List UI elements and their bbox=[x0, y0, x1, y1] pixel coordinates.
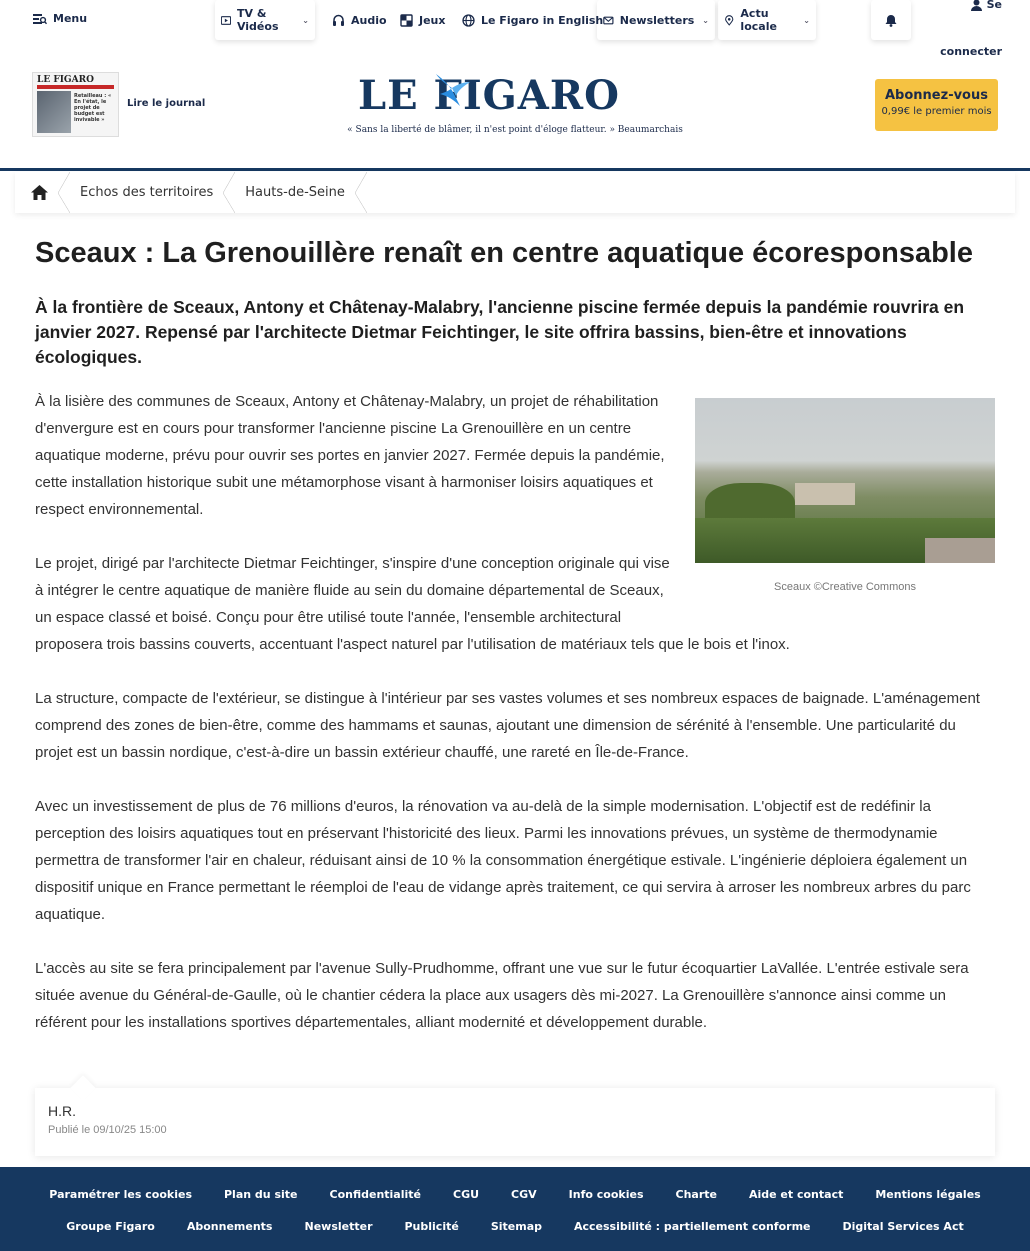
play-icon bbox=[221, 15, 231, 25]
footer-link-groupe-figaro[interactable]: Groupe Figaro bbox=[50, 1220, 171, 1233]
tagline: « Sans la liberté de blâmer, il n'est po… bbox=[347, 125, 683, 135]
footer-link-publicite[interactable]: Publicité bbox=[389, 1220, 475, 1233]
article-title: Sceaux : La Grenouillère renaît en centr… bbox=[35, 237, 973, 269]
footer-link-abonnements[interactable]: Abonnements bbox=[171, 1220, 289, 1233]
footer-link-accessibilite[interactable]: Accessibilité : partiellement conforme bbox=[558, 1220, 827, 1233]
menu-label: Menu bbox=[53, 12, 88, 25]
nav-newsletters-label: Newsletters bbox=[619, 13, 695, 27]
footer-links-row2: Groupe Figaro Abonnements Newsletter Pub… bbox=[0, 1220, 1030, 1233]
article-paragraph: La structure, compacte de l'extérieur, s… bbox=[35, 690, 980, 761]
nav-audio[interactable]: Audio bbox=[326, 0, 393, 40]
article-figure: Sceaux ©Creative Commons bbox=[695, 398, 995, 601]
login-button[interactable]: Se connecter bbox=[938, 0, 1002, 59]
photo-caption: Sceaux ©Creative Commons bbox=[774, 581, 916, 593]
nav-jeux-label: Jeux bbox=[419, 13, 446, 27]
subscribe-button[interactable]: Abonnez-vous 0,99€ le premier mois bbox=[875, 79, 998, 131]
breadcrumb: Echos des territoires Hauts-de-Seine bbox=[15, 172, 1015, 213]
headphones-icon bbox=[333, 14, 344, 26]
location-icon bbox=[725, 14, 734, 26]
journal-strip bbox=[37, 85, 114, 89]
home-icon bbox=[31, 185, 48, 200]
footer-link-charte[interactable]: Charte bbox=[660, 1188, 733, 1201]
nav-actu-locale[interactable]: Actu locale ⌄ bbox=[718, 0, 816, 40]
nav-jeux[interactable]: Jeux bbox=[394, 0, 451, 40]
user-icon bbox=[970, 0, 982, 11]
author-name: H.R. bbox=[48, 1103, 76, 1119]
chevron-down-icon: ⌄ bbox=[302, 15, 309, 25]
journal-photo bbox=[37, 91, 71, 133]
puzzle-icon bbox=[400, 13, 413, 27]
notifications-button[interactable] bbox=[871, 0, 911, 40]
chevron-down-icon: ⌄ bbox=[803, 15, 810, 25]
publish-date: Publié le 09/10/25 15:00 bbox=[48, 1124, 167, 1136]
footer: Paramétrer les cookies Plan du site Conf… bbox=[0, 1167, 1030, 1251]
nav-newsletters[interactable]: Newsletters ⌄ bbox=[597, 0, 715, 40]
footer-link-cgu[interactable]: CGU bbox=[437, 1188, 495, 1201]
nav-tv-videos[interactable]: TV & Vidéos ⌄ bbox=[215, 0, 315, 40]
breadcrumb-item-echos[interactable]: Echos des territoires bbox=[64, 172, 236, 213]
article-lead: À la frontière de Sceaux, Antony et Chât… bbox=[35, 297, 965, 367]
logo-text: LE FIGARO bbox=[358, 72, 620, 119]
article-paragraph: L'accès au site se fera principalement p… bbox=[35, 960, 969, 1031]
footer-link-mentions-legales[interactable]: Mentions légales bbox=[859, 1188, 996, 1201]
footer-link-newsletter[interactable]: Newsletter bbox=[288, 1220, 388, 1233]
globe-icon bbox=[462, 13, 475, 27]
footer-link-sitemap[interactable]: Sitemap bbox=[475, 1220, 558, 1233]
nav-tv-videos-label: TV & Vidéos bbox=[236, 7, 279, 33]
footer-link-cgv[interactable]: CGV bbox=[495, 1188, 553, 1201]
footer-link-info-cookies[interactable]: Info cookies bbox=[553, 1188, 660, 1201]
nav-audio-label: Audio bbox=[351, 13, 387, 27]
breadcrumb-home[interactable] bbox=[15, 172, 70, 213]
read-journal-link[interactable]: Lire le journal bbox=[127, 98, 205, 109]
article-body: Sceaux ©Creative Commons À la lisière de… bbox=[35, 388, 995, 1063]
article-paragraph: Avec un investissement de plus de 76 mil… bbox=[35, 798, 971, 923]
menu-icon bbox=[33, 13, 47, 24]
footer-link-aide-contact[interactable]: Aide et contact bbox=[733, 1188, 859, 1201]
chevron-down-icon: ⌄ bbox=[702, 15, 709, 25]
footer-links-row1: Paramétrer les cookies Plan du site Conf… bbox=[0, 1188, 1030, 1201]
mail-icon bbox=[603, 16, 614, 24]
author-box: H.R. Publié le 09/10/25 15:00 bbox=[35, 1088, 995, 1156]
login-label-line2: connecter bbox=[940, 45, 1002, 58]
nav-figaro-english-label: Le Figaro in English bbox=[481, 13, 604, 27]
nav-figaro-english[interactable]: Le Figaro in English bbox=[456, 0, 609, 40]
bell-icon bbox=[885, 14, 897, 27]
footer-link-cookies-settings[interactable]: Paramétrer les cookies bbox=[33, 1188, 208, 1201]
article-photo[interactable] bbox=[695, 398, 995, 563]
journal-headline: Retailleau : « En l'état, le projet de b… bbox=[74, 93, 112, 123]
menu-button[interactable]: Menu bbox=[33, 12, 87, 25]
footer-link-dsa[interactable]: Digital Services Act bbox=[827, 1220, 980, 1233]
top-navigation: Menu TV & Vidéos ⌄ Audio Jeux Le Figaro … bbox=[0, 0, 1030, 62]
journal-thumbnail[interactable]: LE FIGARO Retailleau : « En l'état, le p… bbox=[32, 72, 119, 137]
breadcrumb-item-hauts-de-seine[interactable]: Hauts-de-Seine bbox=[229, 172, 367, 213]
subscribe-title: Abonnez-vous bbox=[885, 88, 988, 103]
bird-logo-icon bbox=[436, 74, 470, 106]
login-label-line1: Se bbox=[986, 0, 1002, 11]
le-figaro-logo[interactable]: LE FIGARO bbox=[358, 72, 678, 120]
footer-link-confidentialite[interactable]: Confidentialité bbox=[314, 1188, 438, 1201]
nav-actu-locale-label: Actu locale bbox=[740, 7, 777, 33]
subscribe-price: 0,99€ le premier mois bbox=[881, 106, 992, 117]
header-divider bbox=[0, 168, 1030, 171]
footer-link-plan-du-site[interactable]: Plan du site bbox=[208, 1188, 314, 1201]
